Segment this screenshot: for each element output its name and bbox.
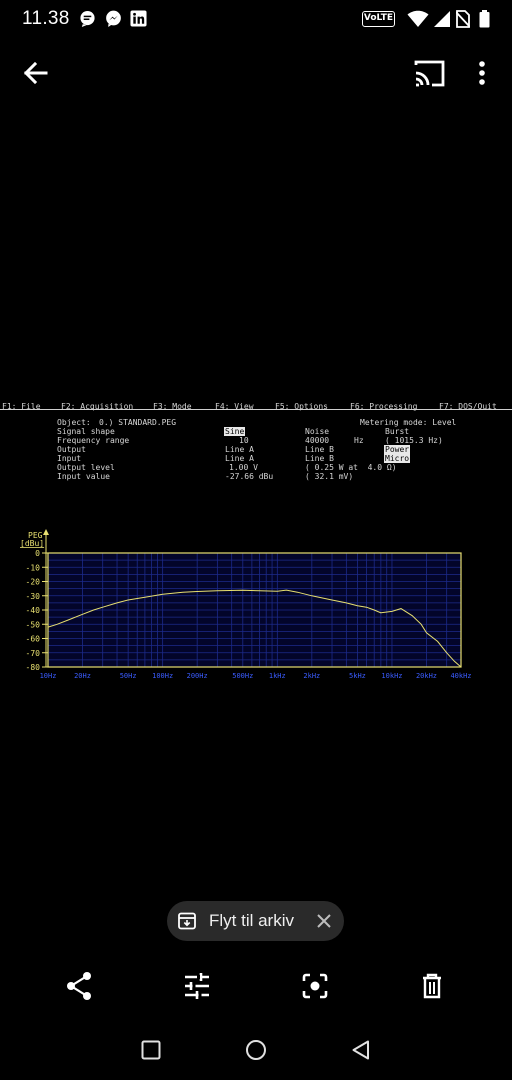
y-tick-label: -10 (26, 563, 41, 572)
row-value: Line B (305, 445, 334, 454)
signal-shape-selected: Sine (224, 427, 246, 436)
menu-divider (0, 409, 512, 410)
recents-icon[interactable] (139, 1038, 163, 1062)
y-tick-label: -60 (26, 635, 41, 644)
row-label: Signal shape (57, 427, 115, 436)
row-value: -27.66 dBu (225, 472, 274, 481)
x-tick-label: 5kHz (349, 672, 366, 680)
home-icon[interactable] (244, 1038, 268, 1062)
row-value: Line A (225, 445, 254, 454)
signal-icon (434, 11, 450, 27)
battery-icon (479, 10, 490, 28)
x-tick-label: 50Hz (120, 672, 137, 680)
linkedin-icon (130, 10, 147, 27)
row-value: Line B (305, 454, 334, 463)
status-time: 11.38 (22, 8, 70, 29)
input-selected: Micro (384, 454, 411, 463)
row-value: 1.00 V (229, 463, 258, 472)
row-value: Burst (385, 427, 410, 436)
y-tick-label: -70 (26, 649, 41, 658)
x-tick-label: 2kHz (303, 672, 320, 680)
move-to-archive-chip[interactable]: Flyt til arkiv (167, 901, 344, 941)
share-icon[interactable] (61, 968, 97, 1004)
lens-icon[interactable] (297, 968, 333, 1004)
y-tick-label: -30 (26, 592, 41, 601)
toast-label: Flyt til arkiv (209, 911, 294, 930)
cast-icon[interactable] (410, 56, 448, 90)
row-value: Noise (305, 427, 330, 436)
x-tick-label: 10kHz (381, 672, 402, 680)
archive-icon (178, 912, 196, 930)
more-vert-icon[interactable] (468, 56, 496, 90)
dos-menu-bar: F1: File F2: Acquisition F3: Mode F4: Vi… (0, 402, 512, 412)
y-tick-label: -80 (26, 663, 41, 672)
x-tick-label: 500Hz (232, 672, 253, 680)
row-unit: Hz (354, 436, 364, 445)
y-tick-label: 0 (35, 549, 40, 558)
metering-mode: Metering mode: Level (360, 418, 457, 427)
volte-badge: VoLTE (362, 11, 395, 27)
arrow-back-icon[interactable] (18, 56, 52, 90)
x-tick-label: 1kHz (269, 672, 286, 680)
x-tick-label: 100Hz (152, 672, 173, 680)
row-value: 10 (239, 436, 249, 445)
row-label: Output (57, 445, 86, 454)
no-sim-icon (456, 10, 470, 28)
row-value: ( 32.1 mV) (305, 472, 354, 481)
chat-bubble-icon (80, 10, 95, 27)
x-tick-label: 20kHz (416, 672, 437, 680)
y-axis-unit: [dBu] (20, 539, 44, 548)
messenger-icon (106, 10, 121, 27)
object-value: 0.) STANDARD.PEG (99, 418, 177, 427)
x-tick-label: 20Hz (74, 672, 91, 680)
row-value: Line A (225, 454, 254, 463)
row-label: Input (57, 454, 82, 463)
x-tick-label: 10Hz (40, 672, 57, 680)
tune-icon[interactable] (179, 968, 215, 1004)
y-tick-label: -40 (26, 606, 41, 615)
row-value: ( 0.25 W at 4.0 Ω) (305, 463, 397, 472)
x-tick-label: 40kHz (450, 672, 471, 680)
y-tick-label: -50 (26, 620, 41, 629)
row-label: Input value (57, 472, 110, 481)
delete-icon[interactable] (414, 968, 450, 1004)
x-tick-label: 200Hz (187, 672, 208, 680)
y-axis-arrow (43, 529, 49, 535)
object-label: Object: (57, 418, 91, 427)
y-tick-label: -20 (26, 578, 41, 587)
row-value: 40000 (305, 436, 330, 445)
row-label: Output level (57, 463, 115, 472)
row-value: ( 1015.3 Hz) (385, 436, 443, 445)
frequency-response-chart: PEG[dBu]0-10-20-30-40-50-60-70-8010Hz 20H… (20, 529, 472, 680)
row-label: Frequency range (57, 436, 130, 445)
wifi-icon (407, 10, 429, 27)
output-selected: Power (384, 445, 411, 454)
back-nav-icon[interactable] (349, 1038, 373, 1062)
close-icon[interactable] (315, 912, 333, 930)
